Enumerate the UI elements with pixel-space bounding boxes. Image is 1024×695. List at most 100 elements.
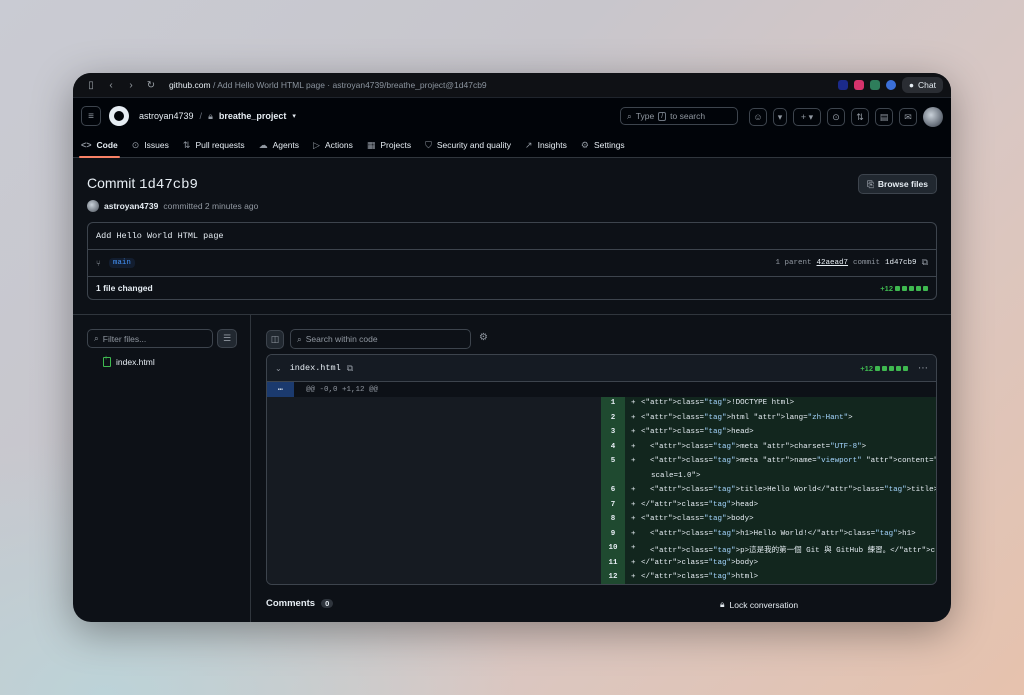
pull-request-icon: ⇅: [182, 139, 191, 150]
chat-button[interactable]: ● Chat: [901, 77, 943, 93]
diff-line-code: <"attr">class="tag">html "attr">lang="zh…: [641, 413, 853, 422]
line-number[interactable]: 10: [601, 544, 625, 552]
tab-code[interactable]: <> Code: [79, 134, 120, 158]
search-within-code-input[interactable]: ⌕ Search within code: [290, 329, 471, 349]
tab-security[interactable]: ⛉ Security and quality: [425, 134, 511, 156]
line-number[interactable]: 4: [601, 443, 625, 451]
browse-files-button[interactable]: ⎘ Browse files: [858, 174, 937, 194]
extension-icon[interactable]: [853, 80, 864, 90]
github-logo-icon[interactable]: [109, 106, 129, 126]
lock-conversation-button[interactable]: 🔒︎ Lock conversation: [720, 599, 798, 610]
tab-projects[interactable]: ▦ Projects: [367, 134, 411, 156]
tree-file-name: index.html: [116, 357, 155, 367]
author-link[interactable]: astroyan4739: [104, 201, 158, 211]
diff-line-code: <"attr">class="tag">meta "attr">name="vi…: [641, 457, 937, 465]
owner-link[interactable]: astroyan4739: [139, 111, 194, 121]
file-directory-icon: ⎘: [867, 178, 874, 189]
repo-tabs: <> Code ⊙ Issues ⇅ Pull requests ☁ Agents ▷ A…: [73, 134, 951, 158]
tree-file-item[interactable]: index.html: [103, 355, 155, 367]
search-prefix: Type: [635, 111, 655, 121]
forward-icon[interactable]: ›: [121, 80, 141, 91]
tab-actions[interactable]: ▷ Actions: [313, 134, 353, 156]
pull-requests-icon[interactable]: ⇅: [851, 108, 869, 126]
tab-agents[interactable]: ☁ Agents: [259, 134, 299, 156]
breadcrumb-separator: /: [199, 111, 203, 121]
tab-label: Pull requests: [195, 140, 245, 150]
lock-icon: 🔒︎: [208, 110, 213, 121]
kebab-menu-icon[interactable]: ⋯: [918, 363, 928, 374]
sidebar-toggle-icon[interactable]: ▯: [81, 80, 101, 91]
filter-files-input[interactable]: ⌕ Filter files...: [87, 329, 213, 348]
search-suffix: to search: [670, 111, 706, 121]
issues-icon[interactable]: ⊙: [827, 108, 845, 126]
filter-options-button[interactable]: ☰: [217, 329, 237, 348]
line-number[interactable]: 3: [601, 428, 625, 436]
diff-line-code: </"attr">class="tag">html>: [641, 573, 759, 581]
commit-branch-row: ⑂ main 1 parent 42aead7 commit 1d47cb9 ⧉: [88, 250, 936, 277]
chat-label: Chat: [918, 80, 936, 90]
line-number[interactable]: 5: [601, 457, 625, 465]
toggle-file-tree-button[interactable]: ◫: [266, 330, 284, 349]
page-title: Commit 1d47cb9: [87, 175, 198, 193]
copilot-icon[interactable]: ☺: [749, 108, 767, 126]
diff-right-pane: 1 + <"attr">class="tag">!DOCTYPE html> 2 + <"…: [601, 397, 937, 584]
diff-settings-icon[interactable]: ⚙: [479, 332, 488, 343]
extensions: ● Chat: [837, 77, 943, 93]
chevron-down-icon[interactable]: ▾: [292, 112, 296, 120]
repositories-icon[interactable]: ▤: [875, 108, 893, 126]
global-search[interactable]: ⌕ Type / to search: [620, 107, 738, 125]
tab-insights[interactable]: ↗ Insights: [525, 134, 567, 156]
extension-icon[interactable]: [837, 80, 848, 90]
tab-settings[interactable]: ⚙ Settings: [581, 134, 625, 156]
extension-icon[interactable]: [869, 80, 880, 90]
tab-pull-requests[interactable]: ⇅ Pull requests: [183, 134, 245, 156]
diff-line-code: <"attr">class="tag">title>Hello World</"…: [641, 486, 937, 494]
author-avatar[interactable]: [87, 200, 99, 212]
copy-icon[interactable]: ⧉: [347, 363, 353, 374]
line-number[interactable]: 8: [601, 515, 625, 523]
branch-icon: ⑂: [96, 258, 101, 268]
chevron-down-icon[interactable]: ⌄: [275, 364, 282, 373]
line-number[interactable]: 9: [601, 530, 625, 538]
code-search-placeholder: Search within code: [305, 334, 378, 344]
diff-left-pane: [267, 397, 601, 584]
menu-icon[interactable]: ≡: [81, 106, 101, 126]
tab-issues[interactable]: ⊙ Issues: [132, 134, 169, 156]
commit-sha: 1d47cb9: [139, 177, 198, 193]
copilot-menu-icon[interactable]: ▾: [773, 108, 787, 126]
line-number[interactable]: 11: [601, 559, 625, 567]
create-new-icon[interactable]: + ▾: [793, 108, 821, 126]
extension-icon[interactable]: [885, 80, 896, 90]
line-number[interactable]: 12: [601, 573, 625, 581]
branch-badge[interactable]: main: [108, 258, 135, 268]
line-number[interactable]: 6: [601, 486, 625, 494]
additions-count: +12: [880, 283, 893, 293]
tab-label: Projects: [380, 140, 412, 150]
browse-files-label: Browse files: [877, 179, 928, 189]
comments-heading: Comments 0: [266, 598, 334, 609]
breadcrumb: astroyan4739 / 🔒︎ breathe_project ▾: [139, 111, 296, 122]
line-number[interactable]: 7: [601, 501, 625, 509]
address-bar[interactable]: github.com / Add Hello World HTML page ·…: [169, 80, 487, 90]
line-number[interactable]: 1: [601, 399, 625, 407]
lock-label: Lock conversation: [729, 599, 799, 610]
diff-file-name[interactable]: index.html: [290, 363, 341, 373]
avatar[interactable]: [923, 107, 943, 127]
parent-sha-link[interactable]: 42aead7: [817, 259, 849, 267]
repo-link[interactable]: breathe_project: [219, 111, 287, 121]
line-number[interactable]: 2: [601, 414, 625, 422]
file-diff: ⌄ index.html ⧉ +12 ⋯ ⋯ @@ -0,0 +1,12 @@ …: [266, 354, 937, 585]
diff-line-code: <"attr">class="tag">head>: [641, 428, 754, 436]
expand-icon[interactable]: ⋯: [267, 382, 294, 397]
sidebar-collapse-icon: ◫: [270, 334, 280, 344]
diff-line-code: </"attr">class="tag">head>: [641, 500, 759, 509]
tab-label: Settings: [593, 140, 625, 150]
header-actions: ☺ ▾ + ▾ ⊙ ⇅ ▤ ✉: [749, 107, 943, 127]
copy-icon[interactable]: ⧉: [922, 258, 928, 268]
reload-icon[interactable]: ↻: [141, 80, 161, 91]
issue-icon: ⊙: [131, 139, 140, 150]
back-icon[interactable]: ‹: [101, 80, 121, 91]
diff-line-code: <"attr">class="tag">body>: [641, 515, 754, 523]
tab-label: Agents: [272, 140, 300, 150]
inbox-icon[interactable]: ✉: [899, 108, 917, 126]
